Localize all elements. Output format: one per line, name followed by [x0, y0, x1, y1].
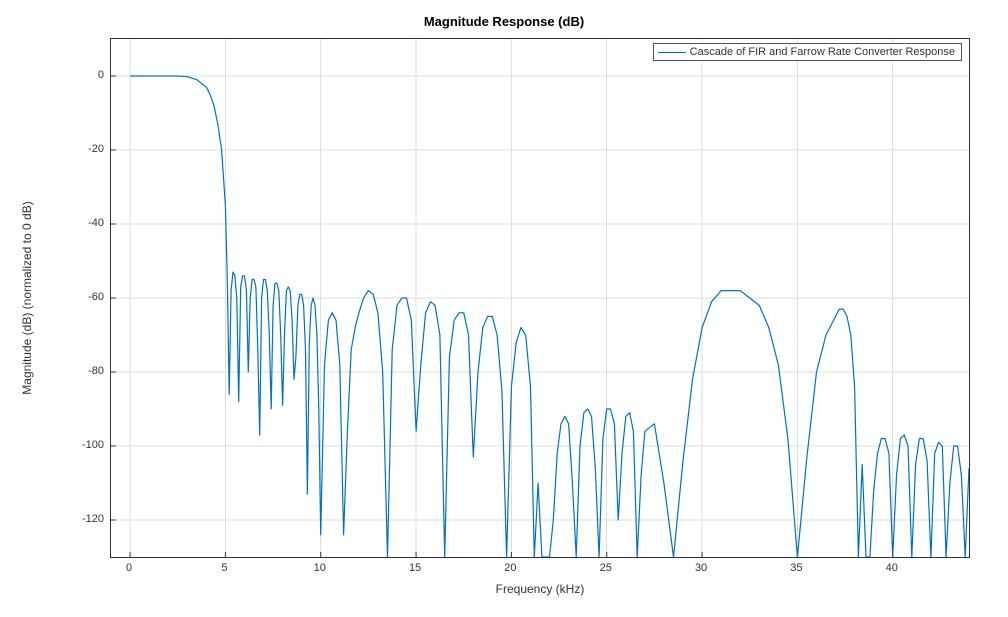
legend-swatch — [658, 52, 686, 53]
x-tick: 35 — [790, 562, 802, 574]
y-tick: 0 — [98, 69, 104, 81]
y-axis-label: Magnitude (dB) (normalized to 0 dB) — [20, 38, 40, 558]
y-tick: -40 — [88, 217, 104, 229]
x-tick: 30 — [695, 562, 707, 574]
x-tick: 0 — [126, 562, 132, 574]
x-tick: 10 — [314, 562, 326, 574]
legend-label: Cascade of FIR and Farrow Rate Converter… — [690, 46, 955, 58]
y-tick: -100 — [82, 439, 104, 451]
x-tick: 40 — [886, 562, 898, 574]
x-tick: 25 — [600, 562, 612, 574]
y-tick: -80 — [88, 365, 104, 377]
figure: Magnitude Response (dB) Cascade of FIR a… — [0, 0, 1008, 617]
legend: Cascade of FIR and Farrow Rate Converter… — [653, 43, 962, 61]
x-axis-label: Frequency (kHz) — [110, 582, 970, 596]
x-tick: 5 — [221, 562, 227, 574]
chart-title: Magnitude Response (dB) — [0, 14, 1008, 29]
x-tick: 15 — [409, 562, 421, 574]
plot-axes: Cascade of FIR and Farrow Rate Converter… — [110, 38, 970, 558]
y-tick: -20 — [88, 143, 104, 155]
y-tick: -120 — [82, 513, 104, 525]
y-tick: -60 — [88, 291, 104, 303]
x-tick: 20 — [504, 562, 516, 574]
plot-svg — [111, 39, 969, 557]
